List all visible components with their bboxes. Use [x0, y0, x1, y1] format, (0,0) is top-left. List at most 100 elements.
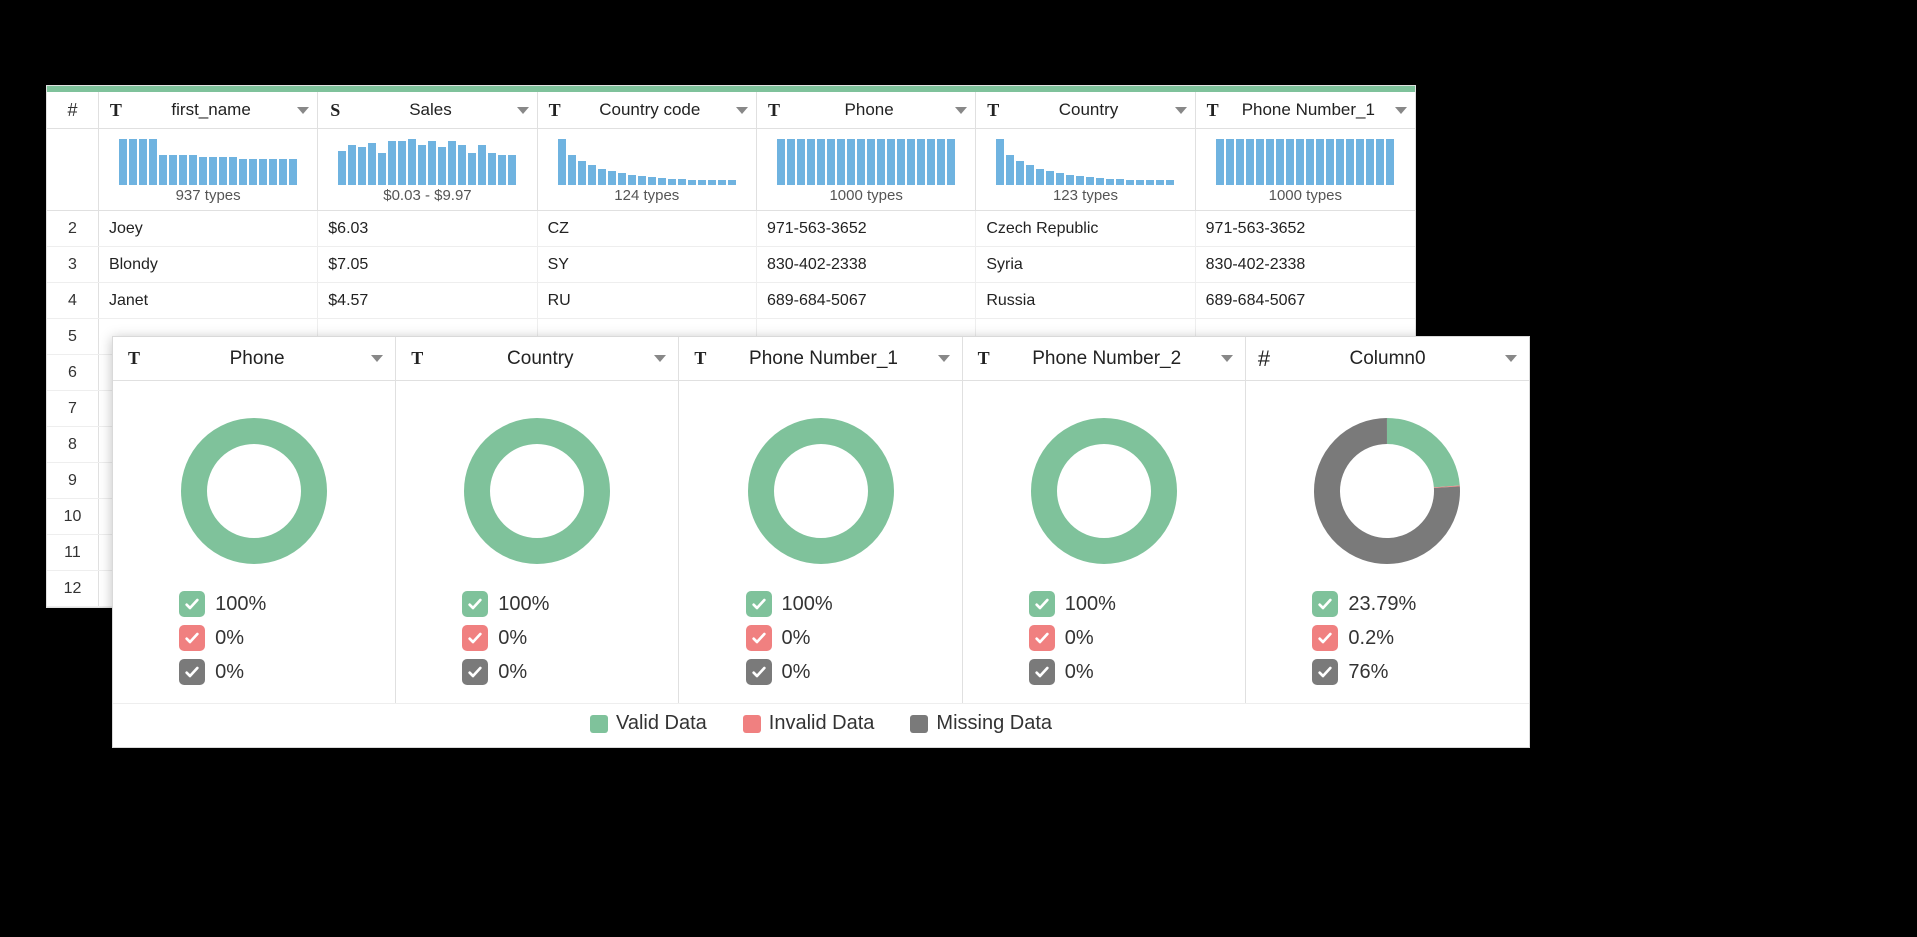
- column-header-country[interactable]: T Country: [976, 92, 1195, 128]
- sparkline-bar: [1346, 139, 1354, 185]
- table-cell[interactable]: 830-402-2338: [757, 247, 976, 282]
- invalid-check-icon: [1029, 625, 1055, 651]
- sparkline-bar: [1216, 139, 1224, 185]
- column-summary-cell[interactable]: $0.03 - $9.97: [318, 129, 537, 210]
- table-cell[interactable]: Syria: [976, 247, 1195, 282]
- table-cell[interactable]: 971-563-3652: [757, 211, 976, 246]
- invalid-check-icon: [1312, 625, 1338, 651]
- sparkline-bar: [289, 159, 297, 185]
- chevron-down-icon[interactable]: [955, 107, 967, 114]
- column-name: Country code: [572, 100, 728, 120]
- table-cell[interactable]: $7.05: [318, 247, 537, 282]
- sparkline-bar: [249, 159, 257, 185]
- sparkline-bar: [588, 165, 596, 185]
- column-summary-cell[interactable]: 937 types: [99, 129, 318, 210]
- chevron-down-icon[interactable]: [938, 355, 950, 362]
- column-header-phone[interactable]: T Phone: [757, 92, 976, 128]
- valid-swatch-icon: [590, 715, 608, 733]
- column-name: Country: [1010, 100, 1166, 120]
- column-summary-cell[interactable]: 123 types: [976, 129, 1195, 210]
- sparkline-bar: [598, 169, 606, 185]
- table-cell[interactable]: RU: [538, 283, 757, 318]
- quality-stat-value: 0%: [1065, 661, 1094, 684]
- sparkline-bar: [368, 143, 376, 185]
- quality-column-header-phone-number-2[interactable]: T Phone Number_2: [963, 337, 1246, 380]
- quality-cell: 23.79%0.2%76%: [1246, 381, 1529, 703]
- column-header-phone-number-1[interactable]: T Phone Number_1: [1196, 92, 1415, 128]
- quality-column-header-phone-number-1[interactable]: T Phone Number_1: [679, 337, 962, 380]
- quality-column-header-column0[interactable]: # Column0: [1246, 337, 1529, 380]
- row-number-cell: 11: [47, 535, 99, 570]
- sparkline-bar: [1386, 139, 1394, 185]
- missing-check-icon: [179, 659, 205, 685]
- sparkline-bar: [1046, 171, 1054, 185]
- sparkline-bar: [917, 139, 925, 185]
- quality-stat-value: 100%: [498, 593, 549, 616]
- chevron-down-icon[interactable]: [297, 107, 309, 114]
- quality-stat-value: 100%: [1065, 593, 1116, 616]
- sparkline-bar: [1376, 139, 1384, 185]
- row-number-cell: 12: [47, 571, 99, 606]
- sparkline-bar: [428, 141, 436, 185]
- column-header-sales[interactable]: S Sales: [318, 92, 537, 128]
- sparkline-bar: [678, 179, 686, 185]
- sparkline-bar: [1126, 180, 1134, 185]
- table-cell[interactable]: 971-563-3652: [1196, 211, 1415, 246]
- sparkline-bar: [797, 139, 805, 185]
- sparkline-bar: [408, 139, 416, 185]
- sparkline-chart: [548, 135, 746, 185]
- sparkline-bar: [149, 139, 157, 185]
- table-cell[interactable]: Janet: [99, 283, 318, 318]
- chevron-down-icon[interactable]: [1175, 107, 1187, 114]
- sparkline-bar: [877, 139, 885, 185]
- column-summary-cell[interactable]: 124 types: [538, 129, 757, 210]
- quality-stat-invalid: 0%: [1029, 625, 1179, 651]
- sparkline-bar: [129, 139, 137, 185]
- table-cell[interactable]: $4.57: [318, 283, 537, 318]
- sparkline-bar: [1156, 180, 1164, 185]
- table-cell[interactable]: $6.03: [318, 211, 537, 246]
- table-row[interactable]: 4Janet$4.57RU689-684-5067Russia689-684-5…: [47, 283, 1415, 319]
- chevron-down-icon[interactable]: [517, 107, 529, 114]
- table-row[interactable]: 3Blondy$7.05SY830-402-2338Syria830-402-2…: [47, 247, 1415, 283]
- missing-swatch-icon: [910, 715, 928, 733]
- sparkline-bar: [229, 157, 237, 185]
- chevron-down-icon[interactable]: [1221, 355, 1233, 362]
- table-row[interactable]: 2Joey$6.03CZ971-563-3652Czech Republic97…: [47, 211, 1415, 247]
- table-cell[interactable]: CZ: [538, 211, 757, 246]
- chevron-down-icon[interactable]: [1505, 355, 1517, 362]
- sparkline-bar: [338, 151, 346, 185]
- number-type-icon: #: [1258, 346, 1270, 372]
- table-cell[interactable]: Joey: [99, 211, 318, 246]
- quality-column-header-phone[interactable]: T Phone: [113, 337, 396, 380]
- quality-stat-valid: 100%: [746, 591, 896, 617]
- row-number-cell: 4: [47, 283, 99, 318]
- quality-column-header-country[interactable]: T Country: [396, 337, 679, 380]
- quality-stat-value: 100%: [782, 593, 833, 616]
- table-cell[interactable]: 689-684-5067: [1196, 283, 1415, 318]
- chevron-down-icon[interactable]: [736, 107, 748, 114]
- sparkline-bar: [668, 179, 676, 185]
- chevron-down-icon[interactable]: [654, 355, 666, 362]
- chevron-down-icon[interactable]: [1395, 107, 1407, 114]
- table-cell[interactable]: SY: [538, 247, 757, 282]
- sparkline-bar: [807, 139, 815, 185]
- table-cell[interactable]: Blondy: [99, 247, 318, 282]
- column-summary-cell[interactable]: 1000 types: [1196, 129, 1415, 210]
- quality-stat-missing: 0%: [746, 659, 896, 685]
- chevron-down-icon[interactable]: [371, 355, 383, 362]
- table-cell[interactable]: Czech Republic: [976, 211, 1195, 246]
- column-header-first-name[interactable]: T first_name: [99, 92, 318, 128]
- column-summary-cell[interactable]: 1000 types: [757, 129, 976, 210]
- quality-header-row: T Phone T Country T Phone Number_1 T Pho…: [113, 337, 1529, 381]
- sparkline-bar: [1106, 179, 1114, 185]
- sparkline-bar: [1286, 139, 1294, 185]
- sparkline-bar: [937, 139, 945, 185]
- column-header-country-code[interactable]: T Country code: [538, 92, 757, 128]
- sparkline-bar: [348, 145, 356, 185]
- quality-stat-value: 76%: [1348, 661, 1388, 684]
- table-cell[interactable]: Russia: [976, 283, 1195, 318]
- sparkline-bar: [378, 153, 386, 185]
- table-cell[interactable]: 830-402-2338: [1196, 247, 1415, 282]
- table-cell[interactable]: 689-684-5067: [757, 283, 976, 318]
